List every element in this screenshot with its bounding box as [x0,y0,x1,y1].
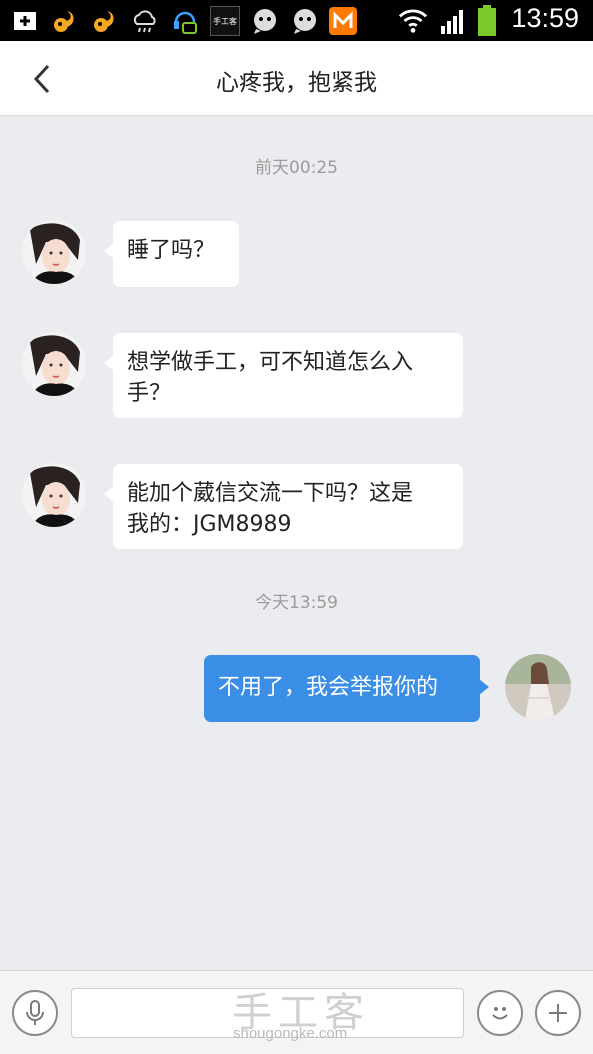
chat-bubble-icon [250,6,280,36]
avatar[interactable] [22,332,86,396]
chat-timestamp: 前天00:25 [255,158,338,178]
message-text: 睡了吗？ [127,238,216,263]
avatar[interactable] [22,463,86,527]
message-text-line: 想学做手工，可不知道怎么入 [127,350,414,375]
message-bubble-incoming[interactable]: 能加个葳信交流一下吗？这是 我的：JGM8989 [104,464,463,549]
message-text-line: 手？ [127,381,172,406]
message-bubble-outgoing[interactable]: 不用了，我会举报你的 [204,655,489,722]
avatar[interactable] [22,220,86,284]
status-bar: 手工客 13:59 [0,0,593,41]
message-bubble-incoming[interactable]: 想学做手工，可不知道怎么入 手？ [104,333,463,418]
mango-tv-icon [328,6,358,36]
chat-timestamp: 今天13:59 [255,593,338,613]
wifi-icon [398,6,428,36]
cloud-rain-icon [130,6,160,36]
message-text-line: 我的：JGM8989 [127,512,292,537]
smiley-icon[interactable] [477,990,523,1036]
chat-bubble-icon [290,6,320,36]
avatar[interactable] [505,654,571,720]
microphone-icon[interactable] [12,990,58,1036]
battery-icon [472,5,502,36]
page-title: 心疼我，抱紧我 [216,70,377,96]
message-text: 不用了，我会举报你的 [218,675,439,700]
squirrel-icon [50,6,80,36]
clock: 13:59 [511,3,579,33]
plus-icon[interactable] [535,990,581,1036]
message-bubble-incoming[interactable]: 睡了吗？ [104,221,239,287]
add-box-icon [10,6,40,36]
message-text-line: 能加个葳信交流一下吗？这是 [127,481,414,506]
watermark-url: shougongke.com [233,1025,348,1042]
signal-icon [438,6,468,36]
chat-header: 心疼我，抱紧我 [0,41,593,116]
squirrel-icon [90,6,120,36]
shougongke-app-icon: 手工客 [210,6,240,36]
headset-chat-icon [170,6,200,36]
